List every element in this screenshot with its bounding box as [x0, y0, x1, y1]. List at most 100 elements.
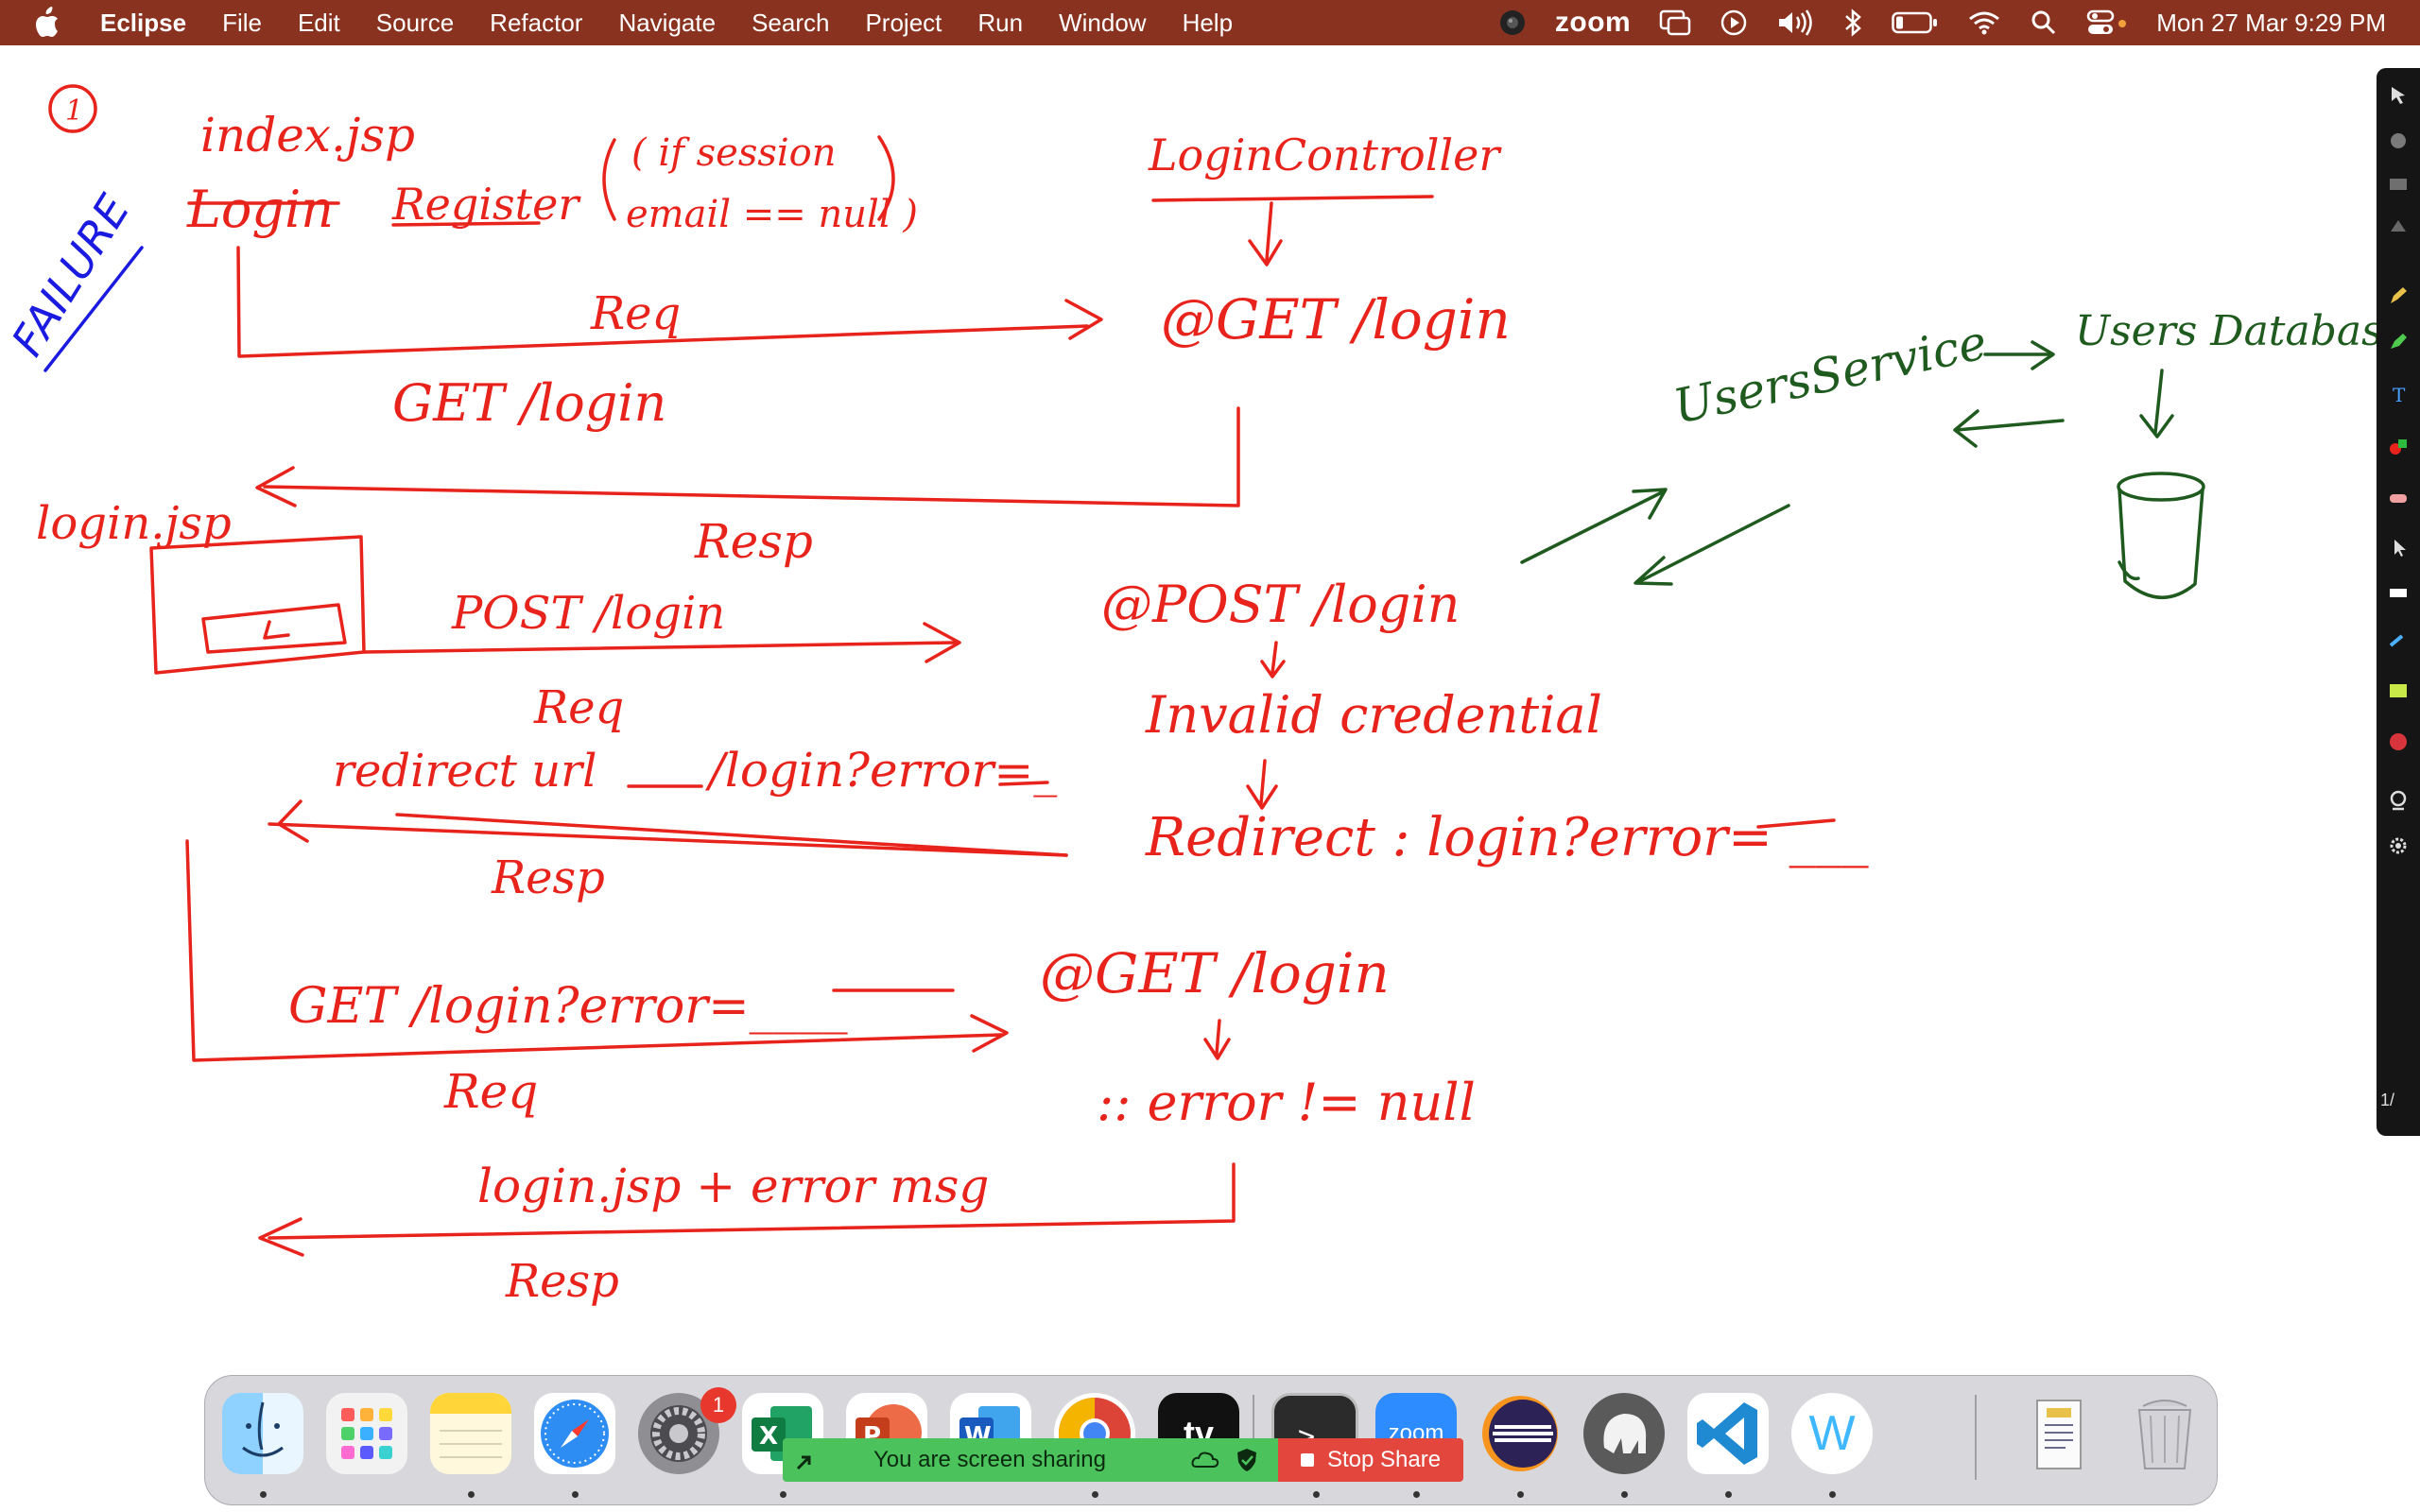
screen-mirror-icon[interactable]: [1659, 9, 1691, 36]
dock-running-dot: [1092, 1491, 1098, 1498]
note-req-1: Req: [590, 287, 681, 340]
stop-share-label: Stop Share: [1327, 1447, 1442, 1472]
eclipse-icon[interactable]: [1479, 1393, 1561, 1474]
launchpad-icon[interactable]: [326, 1393, 407, 1474]
stop-icon: [1301, 1453, 1314, 1467]
share-arrow-icon: [796, 1455, 811, 1470]
dock-running-dot: [1413, 1491, 1420, 1498]
app-menu-eclipse[interactable]: Eclipse: [100, 9, 186, 38]
menu-file[interactable]: File: [222, 9, 262, 38]
menu-search[interactable]: Search: [752, 9, 829, 38]
cloud-icon: [1191, 1452, 1219, 1468]
wifi-icon[interactable]: [1967, 9, 2001, 36]
dock-running-dot: [1621, 1491, 1628, 1498]
arrow-icon[interactable]: [2384, 533, 2412, 561]
note-register-link: Register: [391, 179, 581, 230]
menu-run[interactable]: Run: [977, 9, 1023, 38]
search-icon[interactable]: [2030, 9, 2058, 37]
note-session-line1: ( if session: [631, 131, 837, 175]
stop-share-button[interactable]: Stop Share: [1278, 1438, 1463, 1482]
notification-badge: 1: [700, 1387, 736, 1423]
record-icon[interactable]: [2384, 728, 2412, 756]
note-resp-2: Resp: [491, 851, 605, 904]
dock-running-dot: [1313, 1491, 1320, 1498]
step-number: 1: [65, 94, 83, 128]
color-icon[interactable]: [2384, 627, 2412, 656]
whiteboard-canvas[interactable]: 1 index.jsp Login Register ( if session …: [0, 45, 2382, 1368]
note-redirect-target: /login?error=_: [705, 743, 1057, 798]
bluetooth-icon[interactable]: [1842, 8, 1863, 38]
text-icon[interactable]: T: [2384, 380, 2412, 408]
notes-icon[interactable]: [430, 1393, 511, 1474]
dock-separator: [1975, 1395, 1977, 1480]
note-get-login-handler-2: @GET /login: [1040, 941, 1390, 1005]
shapes-icon[interactable]: [2384, 433, 2412, 461]
red-ink-strokes: [48, 84, 1836, 1257]
battery-icon[interactable]: [1892, 10, 1939, 35]
note-req-2: Req: [533, 681, 624, 734]
menu-navigate[interactable]: Navigate: [618, 9, 716, 38]
menu-help[interactable]: Help: [1183, 9, 1233, 38]
note-users-database: Users Database: [2075, 307, 2382, 355]
note-post-login-handler: @POST /login: [1101, 575, 1460, 634]
note-req-3: Req: [443, 1064, 538, 1119]
menubar-clock[interactable]: Mon 27 Mar 9:29 PM: [2156, 9, 2386, 38]
svg-text:X: X: [759, 1422, 778, 1451]
line-icon[interactable]: [2384, 578, 2412, 607]
note-redirect-handler: Redirect : login?error= ___: [1145, 807, 1869, 868]
color-swatch-icon[interactable]: [2384, 677, 2412, 705]
spotlight-icon[interactable]: [2384, 127, 2412, 155]
note-error-not-null: :: error != null: [1097, 1073, 1476, 1132]
note-users-service: UsersService: [1668, 315, 1991, 435]
dock-running-dot: [1725, 1491, 1732, 1498]
pen-icon[interactable]: [2384, 282, 2412, 310]
safari-icon[interactable]: [534, 1393, 615, 1474]
webex-icon[interactable]: W: [1791, 1393, 1873, 1474]
pointer-icon[interactable]: [2384, 81, 2412, 110]
elephant-icon[interactable]: [1583, 1393, 1665, 1474]
dock-running-dot: [572, 1491, 579, 1498]
dock-running-dot: [780, 1491, 786, 1498]
vscode-icon[interactable]: [1687, 1393, 1769, 1474]
menu-source[interactable]: Source: [376, 9, 454, 38]
settings-icon[interactable]: [2384, 832, 2412, 860]
menu-window[interactable]: Window: [1059, 9, 1146, 38]
note-login-jsp: login.jsp: [36, 497, 232, 550]
apple-menu-icon[interactable]: [32, 7, 74, 39]
note-resp-1: Resp: [694, 514, 813, 569]
menu-project[interactable]: Project: [865, 9, 942, 38]
camera-icon[interactable]: [1498, 9, 1527, 37]
document-icon[interactable]: [2018, 1393, 2100, 1474]
play-circle-icon[interactable]: [1720, 9, 1748, 37]
eraser-icon[interactable]: [2384, 484, 2412, 512]
screen-share-bar: You are screen sharing Stop Share: [783, 1438, 1463, 1482]
screen-share-status[interactable]: You are screen sharing: [783, 1438, 1278, 1482]
control-center-icon[interactable]: [2086, 9, 2128, 37]
draw-icon[interactable]: [2384, 170, 2412, 198]
failure-note: FAILURE: [2, 186, 144, 372]
finder-icon[interactable]: [222, 1393, 303, 1474]
highlighter-icon[interactable]: [2384, 327, 2412, 355]
note-invalid-credential: Invalid credential: [1145, 685, 1602, 745]
note-login-jsp-error: login.jsp + error msg: [477, 1159, 989, 1213]
status-area: zoom Mon 27 Mar 9:29 PM: [1498, 0, 2420, 45]
svg-text:T: T: [2393, 384, 2406, 405]
note-get-login-handler: @GET /login: [1161, 287, 1511, 352]
stamp-icon[interactable]: [2384, 212, 2412, 240]
note-login-controller: LoginController: [1148, 129, 1502, 180]
note-post-login-req: POST /login: [451, 587, 725, 640]
camera-icon[interactable]: [2384, 786, 2412, 815]
green-ink-text: UsersService Users Database: [1668, 307, 2382, 435]
trash-icon[interactable]: [2124, 1393, 2205, 1474]
menu-refactor[interactable]: Refactor: [490, 9, 582, 38]
zoom-status-label[interactable]: zoom: [1555, 7, 1631, 39]
note-index-jsp: index.jsp: [200, 108, 415, 163]
note-get-login-req: GET /login: [392, 373, 666, 433]
menu-edit[interactable]: Edit: [298, 9, 340, 38]
volume-icon[interactable]: [1776, 9, 1814, 37]
menu-bar: Eclipse File Edit Source Refactor Naviga…: [0, 0, 2420, 45]
dock-running-dot: [1517, 1491, 1524, 1498]
annotation-toolbar: T 1/: [2377, 68, 2420, 1136]
note-session-line2: email == null ): [626, 193, 918, 236]
note-login-link: Login: [186, 180, 334, 239]
